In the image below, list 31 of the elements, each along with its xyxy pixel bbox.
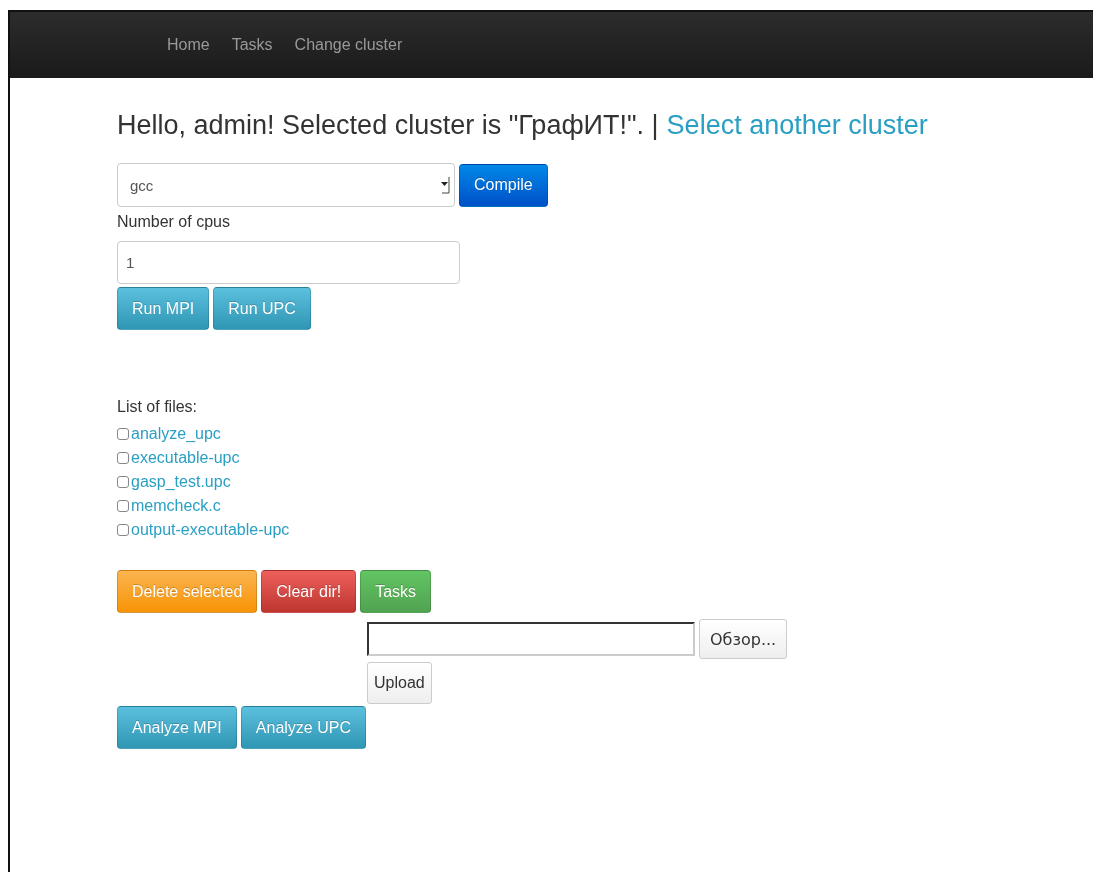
- greeting-text: Hello, admin! Selected cluster is "ГрафИТ!". |: [117, 110, 659, 141]
- nav-link[interactable]: Home: [156, 36, 221, 54]
- file-checkbox[interactable]: [117, 500, 129, 512]
- file-link[interactable]: output-executable-upc: [131, 521, 290, 539]
- file-checkbox[interactable]: [117, 428, 129, 440]
- cpus-label: Number of cpus: [117, 213, 231, 231]
- upload-button[interactable]: Upload: [367, 662, 432, 704]
- compiler-select[interactable]: gcc: [117, 163, 455, 207]
- run-button[interactable]: Run MPI: [117, 287, 210, 330]
- nav-link[interactable]: Change cluster: [283, 36, 414, 54]
- files-label: List of files:: [117, 398, 199, 416]
- file-path-field[interactable]: [367, 622, 695, 656]
- analyze-button[interactable]: Analyze UPC: [240, 706, 366, 749]
- file-checkbox[interactable]: [117, 524, 129, 536]
- file-link[interactable]: memcheck.c: [131, 497, 221, 515]
- tasks-button[interactable]: Tasks: [360, 570, 432, 613]
- browse-button[interactable]: Обзор...: [699, 619, 788, 659]
- analyze-button[interactable]: Analyze MPI: [117, 706, 237, 749]
- clear-dir-button[interactable]: Clear dir!: [261, 570, 357, 613]
- select-cluster-link[interactable]: Select another cluster: [666, 110, 928, 141]
- compile-button[interactable]: Compile: [459, 163, 548, 207]
- file-link[interactable]: executable-upc: [131, 449, 240, 467]
- run-button[interactable]: Run UPC: [213, 287, 311, 330]
- file-checkbox[interactable]: [117, 476, 129, 488]
- file-link[interactable]: analyze_upc: [131, 425, 221, 443]
- file-checkbox[interactable]: [117, 452, 129, 464]
- delete-selected-button[interactable]: Delete selected: [117, 570, 258, 613]
- file-link[interactable]: gasp_test.upc: [131, 473, 231, 491]
- nav-link[interactable]: Tasks: [220, 36, 284, 54]
- dropdown-arrow-icon: [440, 176, 450, 194]
- cpus-input[interactable]: 1: [117, 241, 460, 284]
